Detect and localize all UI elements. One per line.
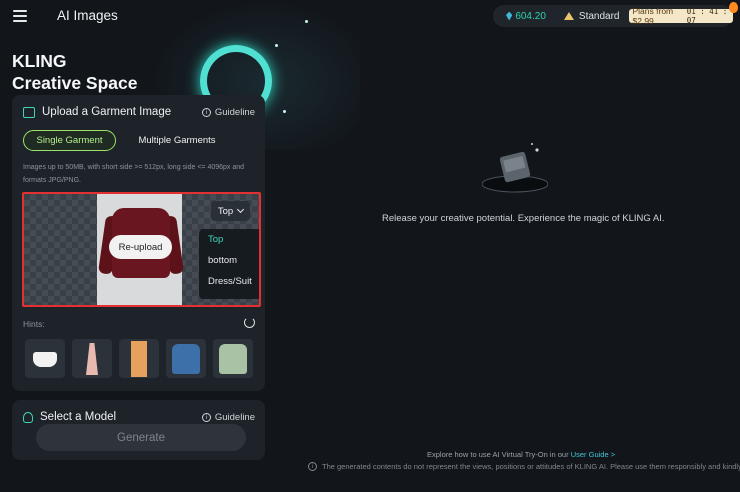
hero-title-line1: KLING bbox=[12, 51, 67, 71]
info-icon: i bbox=[201, 413, 211, 422]
tab-multiple-garments[interactable]: Multiple Garments bbox=[122, 130, 232, 151]
refresh-icon[interactable] bbox=[244, 317, 255, 328]
top-bar: AI Images 604.20 Standard Plans from $2.… bbox=[0, 0, 740, 32]
hero-star bbox=[283, 110, 286, 113]
model-panel-header: Select a Model bbox=[23, 411, 116, 423]
garment-type-select[interactable]: Top bbox=[211, 201, 250, 221]
menu-icon[interactable] bbox=[13, 10, 27, 22]
explore-text: Explore how to use AI Virtual Try-On in … bbox=[427, 450, 569, 459]
upload-panel-title: Upload a Garment Image bbox=[42, 106, 172, 118]
app-title: AI Images bbox=[57, 8, 118, 23]
hero-star bbox=[305, 20, 308, 23]
shirt-icon bbox=[23, 106, 35, 118]
empty-state-illustration-icon bbox=[482, 143, 548, 193]
empty-state-message: Release your creative potential. Experie… bbox=[382, 213, 665, 224]
hint-skirt[interactable] bbox=[25, 339, 65, 378]
credit-gem-icon bbox=[506, 11, 513, 21]
guideline-label: Guideline bbox=[214, 107, 255, 118]
hero-star bbox=[275, 44, 278, 47]
guideline-link[interactable]: i Guideline bbox=[201, 107, 255, 118]
hint-green-jacket[interactable] bbox=[213, 339, 253, 378]
garment-type-dropdown: Top bottom Dress/Suit bbox=[199, 229, 259, 299]
info-icon: i bbox=[201, 108, 211, 117]
tier-icon bbox=[563, 12, 574, 20]
plans-badge[interactable]: Plans from $2.99 01 : 41 : 07 bbox=[628, 2, 738, 26]
user-guide-link[interactable]: User Guide > bbox=[571, 450, 615, 459]
chevron-down-icon bbox=[237, 205, 245, 214]
dropdown-option-top[interactable]: Top bbox=[199, 229, 259, 250]
garment-upload-zone[interactable]: Re-upload Top Top bottom Dress/Suit bbox=[22, 192, 261, 307]
hint-pants[interactable] bbox=[119, 339, 159, 378]
person-icon bbox=[23, 411, 33, 423]
hero-title: KLING Creative Space bbox=[12, 50, 138, 94]
dropdown-option-bottom[interactable]: bottom bbox=[199, 250, 259, 271]
tab-single-garment[interactable]: Single Garment bbox=[23, 130, 116, 151]
model-panel-title: Select a Model bbox=[40, 411, 117, 423]
disclaimer-text: The generated contents do not represent … bbox=[322, 462, 740, 471]
model-guideline-link[interactable]: i Guideline bbox=[201, 412, 255, 423]
generate-button[interactable]: Generate bbox=[36, 424, 246, 451]
reupload-button[interactable]: Re-upload bbox=[109, 235, 172, 259]
upload-garment-panel: Upload a Garment Image i Guideline Singl… bbox=[12, 95, 265, 391]
fire-icon bbox=[729, 2, 738, 13]
upload-requirements: Images up to 50MB, with short side >= 51… bbox=[23, 164, 245, 184]
credit-balance: 604.20 bbox=[515, 10, 546, 22]
plans-text: Plans from $2.99 bbox=[632, 6, 674, 26]
garment-mode-tabs: Single Garment Multiple Garments bbox=[23, 130, 232, 151]
garment-type-value: Top bbox=[217, 205, 234, 217]
disclaimer: i The generated contents do not represen… bbox=[308, 462, 740, 471]
dropdown-option-dress-suit[interactable]: Dress/Suit bbox=[199, 271, 259, 292]
hints-label: Hints: bbox=[23, 319, 45, 329]
hint-denim-shirt[interactable] bbox=[166, 339, 206, 378]
upload-panel-header: Upload a Garment Image bbox=[23, 106, 171, 118]
plans-timer: 01 : 41 : 07 bbox=[686, 7, 728, 25]
hint-dress[interactable] bbox=[72, 339, 112, 378]
explore-line: Explore how to use AI Virtual Try-On in … bbox=[427, 450, 615, 459]
info-icon: i bbox=[308, 462, 317, 471]
hint-thumbnails bbox=[25, 339, 253, 378]
model-guideline-label: Guideline bbox=[214, 412, 255, 423]
hero-title-line2: Creative Space bbox=[12, 73, 138, 93]
tier-label: Standard bbox=[578, 10, 620, 22]
credits-bar[interactable]: 604.20 Standard Plans from $2.99 01 : 41… bbox=[493, 2, 738, 27]
